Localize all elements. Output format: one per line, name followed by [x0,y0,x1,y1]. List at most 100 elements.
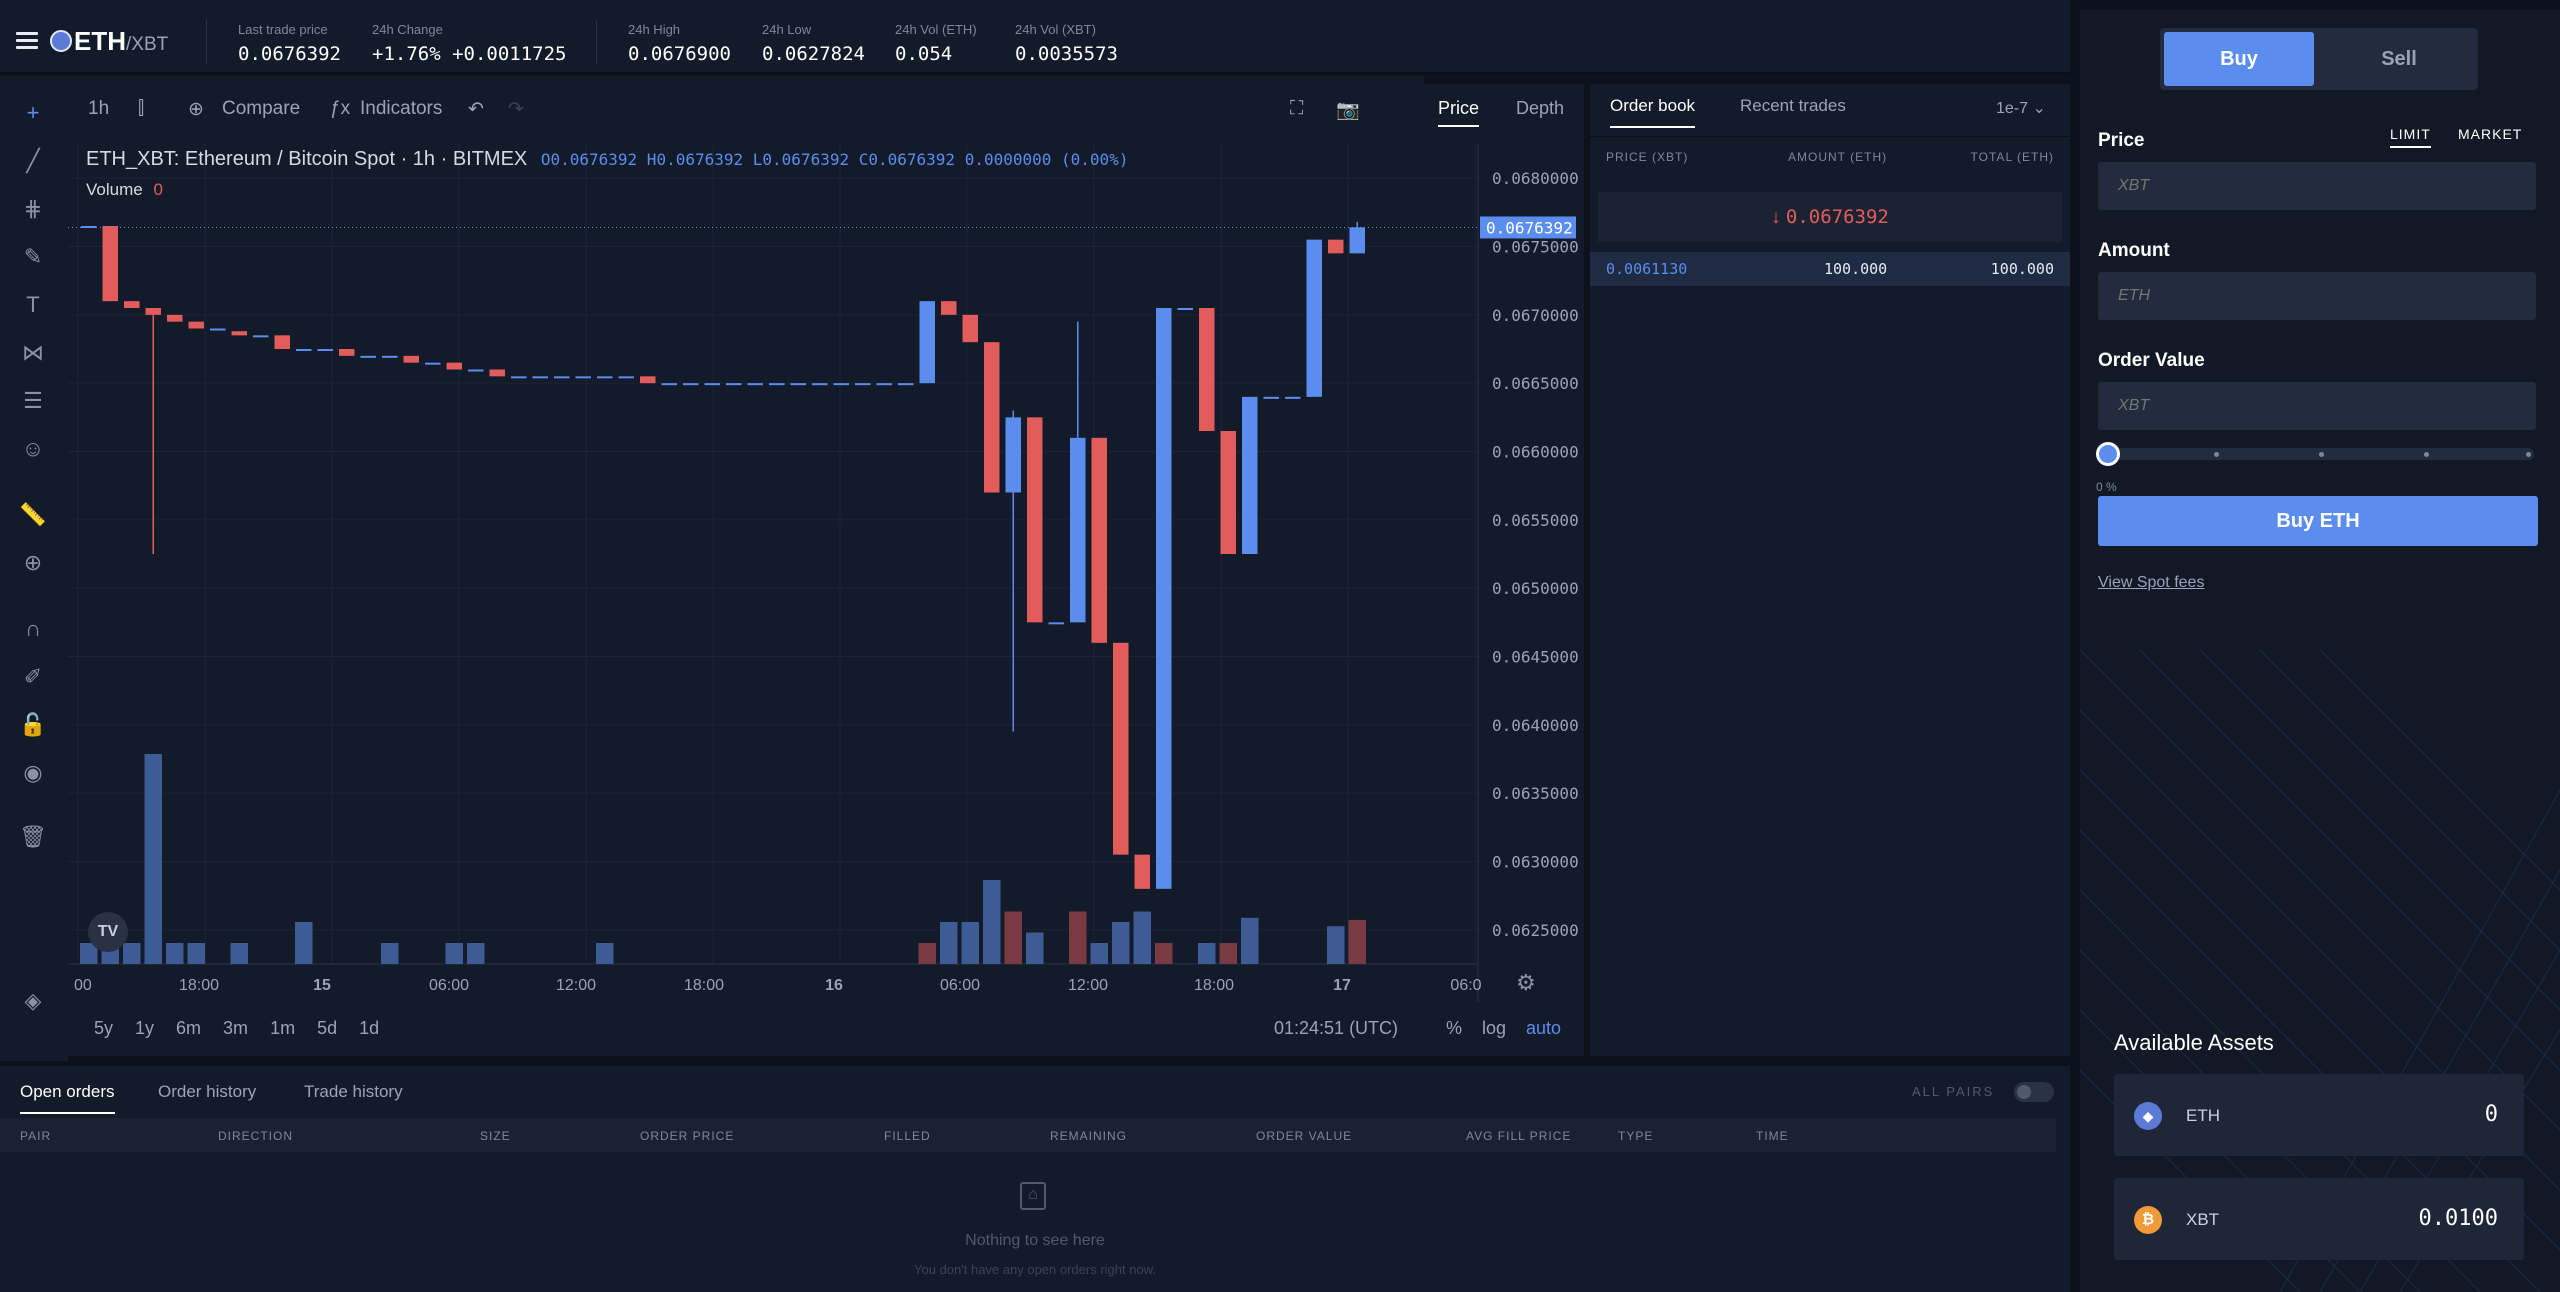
trash-icon[interactable]: 🗑 [18,822,48,852]
camera-icon[interactable]: 📷 [1336,98,1360,122]
fullscreen-icon[interactable]: ⛶ [1290,98,1303,120]
trendline-icon[interactable]: ╱ [18,146,48,176]
col-remaining: REMAINING [1050,1129,1128,1143]
limit-tab[interactable]: LIMIT [2390,126,2431,148]
layers-icon[interactable]: ◈ [18,986,48,1016]
stat-label: 24h Vol (XBT) [1015,22,1096,37]
volume-bar [1198,943,1216,964]
slider-handle[interactable] [2096,442,2120,466]
candle [1328,239,1344,254]
range-1m[interactable]: 1m [270,1018,295,1039]
fib-icon[interactable]: ⋕ [18,194,48,224]
candle [1091,437,1107,643]
settings-gear-icon[interactable]: ⚙ [1516,970,1536,996]
stat-label: 24h High [628,22,681,37]
precision-value: 1e-7 [1996,100,2029,117]
auto-toggle[interactable]: auto [1526,1018,1561,1039]
pattern-icon[interactable]: ⋈ [18,338,48,368]
volume-bar [1026,932,1044,964]
zoom-in-icon[interactable]: ⊕ [18,548,48,578]
volume-bar [445,943,463,964]
interval-button[interactable]: 1h [88,98,109,120]
volume-bar [1069,911,1087,964]
amount-slider[interactable] [2096,442,2534,466]
slider-tick [2214,452,2219,457]
slider-percent: 0 % [2096,480,2117,494]
indicators-button[interactable]: Indicators [360,98,442,120]
redo-icon[interactable]: ↷ [508,98,524,121]
amount-input[interactable] [2098,272,2536,320]
candle-type-icon[interactable]: ⫿ [138,98,144,120]
candle [188,321,204,329]
tab-depth[interactable]: Depth [1516,98,1564,119]
chart-range-bar: 5y 1y 6m 3m 1m 5d 1d 01:24:51 (UTC) % log auto [68,1002,1584,1056]
menu-icon[interactable] [16,32,38,50]
range-buttons: 5y 1y 6m 3m 1m 5d 1d [94,1018,379,1039]
tab-order-book[interactable]: Order book [1610,96,1696,128]
orders-table-header: PAIR DIRECTION SIZE ORDER PRICE FILLED R… [0,1118,2056,1152]
tab-trade-history[interactable]: Trade history [304,1082,403,1102]
indicators-icon[interactable]: ƒx [330,98,350,120]
pair-selector[interactable]: ETH/XBT [74,26,168,57]
magnet-icon[interactable]: ∩ [18,614,48,644]
col-type: TYPE [1618,1129,1654,1143]
candle [1349,227,1365,254]
sell-tab[interactable]: Sell [2324,32,2474,86]
undo-icon[interactable]: ↶ [468,98,484,121]
volume-bar [1327,926,1345,964]
buy-eth-button[interactable]: Buy ETH [2098,496,2538,546]
buy-tab[interactable]: Buy [2164,32,2314,86]
market-tab[interactable]: MARKET [2458,126,2522,142]
price-chart[interactable]: 0.0680000 0.0675000 0.0670000 0.0665000 0.06… [68,144,1584,1002]
range-5y[interactable]: 5y [94,1018,113,1039]
price-input[interactable] [2098,162,2536,210]
volume-bar [166,943,184,964]
percent-toggle[interactable]: % [1446,1018,1462,1039]
text-icon[interactable]: T [18,290,48,320]
x-tick-label: 00 [74,977,92,994]
lock-icon[interactable]: 🔓 [18,710,48,740]
order-value-input[interactable] [2098,382,2536,430]
y-tick-label: 0.0680000 [1492,169,1579,188]
prediction-icon[interactable]: ☰ [18,386,48,416]
chart-toolbar: 1h ⫿ ⊕ Compare ƒx Indicators ↶ ↷ ⛶ 📷 [68,76,1424,144]
crosshair-icon[interactable]: + [18,98,48,128]
log-toggle[interactable]: log [1482,1018,1506,1039]
y-tick-label: 0.0650000 [1492,579,1579,598]
divider [596,20,597,64]
range-6m[interactable]: 6m [176,1018,201,1039]
candle [984,342,1000,493]
range-1y[interactable]: 1y [135,1018,154,1039]
candle [812,383,828,386]
view-fees-link[interactable]: View Spot fees [2098,574,2204,592]
compare-button[interactable]: Compare [222,98,300,120]
all-pairs-toggle[interactable] [2014,1082,2054,1102]
order-amount: 100.000 [1824,260,1888,278]
compare-icon[interactable]: ⊕ [188,98,204,121]
chart-area[interactable]: 0.0680000 0.0675000 0.0670000 0.0665000 0.06… [68,144,1584,1002]
order-row[interactable]: 0.0061130 100.000 100.000 [1590,252,2070,286]
candle [726,383,742,386]
emoji-icon[interactable]: ☺ [18,434,48,464]
tab-recent-trades[interactable]: Recent trades [1740,96,1846,116]
divider [206,20,207,64]
range-3m[interactable]: 3m [223,1018,248,1039]
eye-icon[interactable]: ◉ [18,758,48,788]
lock-draw-icon[interactable]: ✐ [18,662,48,692]
col-order-value: ORDER VALUE [1256,1129,1353,1143]
volume-bar [467,943,485,964]
ruler-icon[interactable]: 📏 [18,500,48,530]
x-tick-label: 12:00 [556,977,596,994]
col-price: PRICE (XBT) [1606,150,1689,164]
range-1d[interactable]: 1d [359,1018,379,1039]
candle [489,369,505,377]
candle [1005,417,1021,493]
candle [167,314,183,322]
tab-open-orders[interactable]: Open orders [20,1082,115,1114]
candle [511,376,527,379]
brush-icon[interactable]: ✎ [18,242,48,272]
precision-select[interactable]: 1e-7 ⌄ [1996,98,2046,118]
tab-order-history[interactable]: Order history [158,1082,256,1102]
tab-price[interactable]: Price [1438,98,1480,127]
range-5d[interactable]: 5d [317,1018,337,1039]
